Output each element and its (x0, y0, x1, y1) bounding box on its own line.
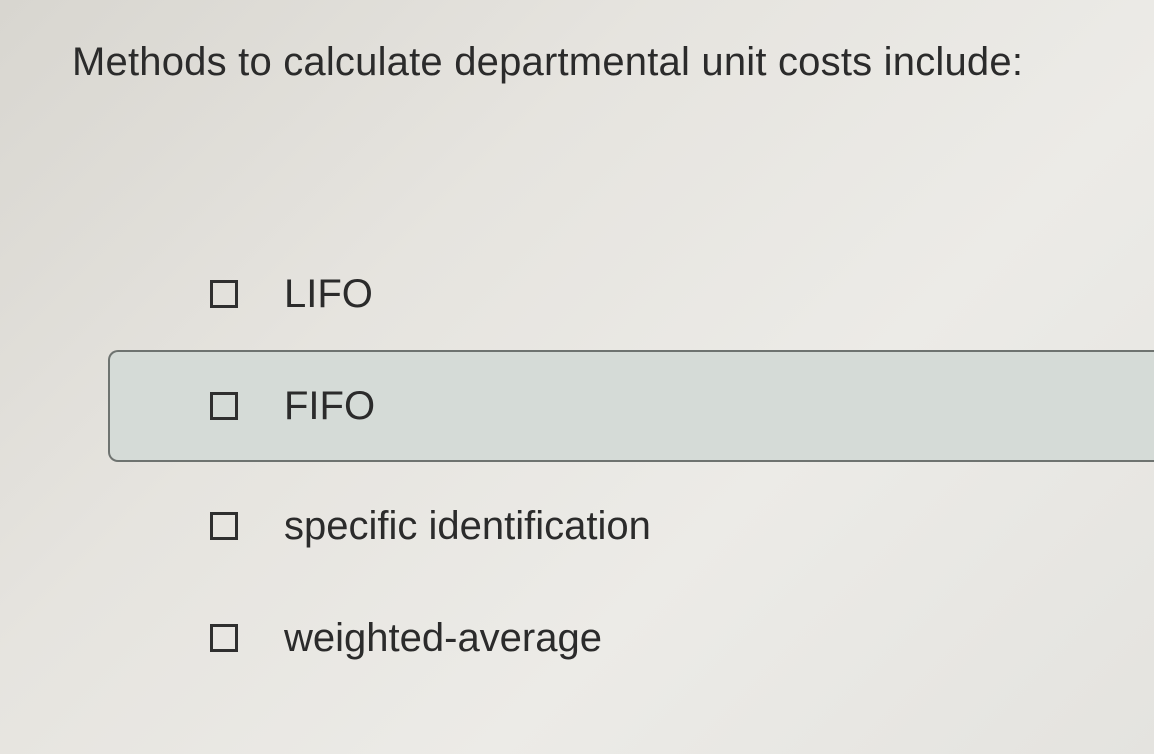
option-weighted-average[interactable]: weighted-average (108, 582, 1154, 694)
checkbox-specific-identification[interactable] (210, 512, 238, 540)
option-label-specific-identification: specific identification (284, 504, 651, 548)
option-fifo[interactable]: FIFO (108, 350, 1154, 462)
option-specific-identification[interactable]: specific identification (108, 470, 1154, 582)
option-label-lifo: LIFO (284, 272, 373, 316)
checkbox-weighted-average[interactable] (210, 624, 238, 652)
option-lifo[interactable]: LIFO (108, 238, 1154, 350)
checkbox-fifo[interactable] (210, 392, 238, 420)
checkbox-lifo[interactable] (210, 280, 238, 308)
option-label-fifo: FIFO (284, 384, 376, 428)
option-label-weighted-average: weighted-average (284, 616, 602, 660)
answer-options: LIFO FIFO specific identification weight… (0, 0, 1154, 754)
